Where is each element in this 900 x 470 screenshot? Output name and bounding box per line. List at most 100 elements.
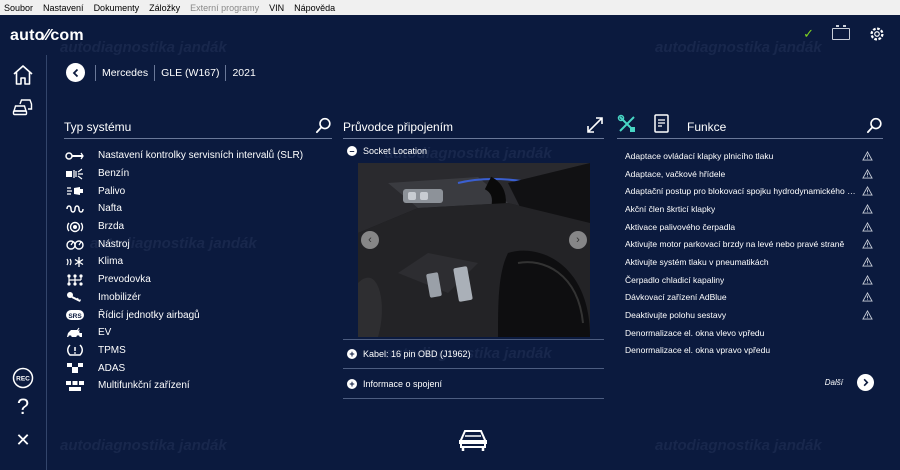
function-item[interactable]: Akční člen škrticí klapky bbox=[617, 200, 883, 218]
record-icon[interactable]: REC bbox=[11, 366, 35, 390]
breadcrumb-model[interactable]: GLE (W167) bbox=[154, 64, 225, 81]
function-label: Adaptace ovládací klapky plnicího tlaku bbox=[625, 150, 774, 161]
document-icon[interactable] bbox=[653, 114, 671, 134]
watermark: autodiagnostika jandák bbox=[655, 437, 822, 454]
diesel-icon bbox=[64, 203, 86, 215]
system-item-palivo[interactable]: Palivo bbox=[64, 182, 332, 200]
breadcrumb-make[interactable]: Mercedes bbox=[95, 64, 154, 81]
vehicle-list-icon[interactable] bbox=[11, 95, 35, 119]
functions-header: Funkce bbox=[617, 114, 883, 139]
vehicle-connection-icon[interactable] bbox=[457, 426, 489, 452]
connection-info-row[interactable]: + Informace o spojení bbox=[343, 369, 604, 399]
connection-guide-header: Průvodce připojením bbox=[343, 115, 604, 139]
function-item[interactable]: Adaptace ovládací klapky plnicího tlaku bbox=[617, 147, 883, 165]
system-type-header: Typ systému bbox=[64, 115, 332, 139]
function-item[interactable]: Denormalizace el. okna vpravo vpředu bbox=[617, 342, 883, 360]
system-type-panel: Typ systému Nastavení kontrolky servisní… bbox=[64, 115, 332, 395]
next-page-control[interactable]: Další bbox=[825, 374, 874, 391]
menu-item-externi-programy: Externí programy bbox=[190, 2, 260, 13]
help-icon[interactable]: ? bbox=[11, 395, 35, 419]
battery-icon[interactable] bbox=[832, 25, 850, 40]
system-item-label: Nástroj bbox=[98, 238, 130, 250]
system-item-airbag[interactable]: SRS Řídicí jednotky airbagů bbox=[64, 306, 332, 324]
wrench-icon bbox=[64, 150, 86, 162]
system-item-label: Imobilizér bbox=[98, 291, 141, 303]
menu-item-vin[interactable]: VIN bbox=[269, 3, 284, 13]
system-item-klima[interactable]: Klima bbox=[64, 253, 332, 271]
socket-location-label: Socket Location bbox=[363, 146, 428, 156]
system-item-multifunction[interactable]: Multifunkční zařízení bbox=[64, 377, 332, 395]
connection-guide-panel: Průvodce připojením – Socket Location ‹ … bbox=[343, 115, 604, 399]
connection-guide-title: Průvodce připojením bbox=[343, 120, 454, 134]
function-item[interactable]: Denormalizace el. okna vlevo vpředu bbox=[617, 324, 883, 342]
menu-item-zalozky[interactable]: Záložky bbox=[149, 3, 180, 13]
function-item[interactable]: Adaptace, vačkové hřídele bbox=[617, 165, 883, 183]
system-item-label: Brzda bbox=[98, 221, 125, 233]
function-item[interactable]: Aktivace palivového čerpadla bbox=[617, 218, 883, 236]
multifunction-icon bbox=[64, 380, 86, 392]
settings-gear-icon[interactable] bbox=[868, 25, 886, 43]
back-button[interactable] bbox=[66, 63, 85, 82]
system-item-prevodovka[interactable]: Prevodovka bbox=[64, 271, 332, 289]
function-label: Deaktivujte polohu sestavy bbox=[625, 310, 727, 321]
next-page-button[interactable] bbox=[857, 374, 874, 391]
function-item[interactable]: Adaptační postup pro blokovací spojku hy… bbox=[617, 182, 883, 200]
warning-icon bbox=[862, 256, 873, 267]
tools-icon[interactable] bbox=[617, 114, 637, 134]
srs-badge: SRS bbox=[68, 313, 82, 320]
function-item[interactable]: Aktivujte systém tlaku v pneumatikách bbox=[617, 253, 883, 271]
menu-item-soubor[interactable]: Soubor bbox=[4, 3, 33, 13]
function-item[interactable]: Čerpadlo chladicí kapaliny bbox=[617, 271, 883, 289]
function-label: Denormalizace el. okna vlevo vpředu bbox=[625, 327, 765, 338]
system-item-imobilizer[interactable]: Imobilizér bbox=[64, 289, 332, 307]
fuel-icon bbox=[64, 185, 86, 197]
home-icon[interactable] bbox=[11, 63, 35, 87]
collapse-icon: – bbox=[347, 146, 357, 156]
system-item-nafta[interactable]: Nafta bbox=[64, 200, 332, 218]
system-item-benzin[interactable]: Benzín bbox=[64, 165, 332, 183]
menu-item-dokumenty[interactable]: Dokumenty bbox=[94, 3, 140, 13]
brake-icon bbox=[64, 221, 86, 233]
function-item[interactable]: Aktivujte motor parkovací brzdy na levé … bbox=[617, 235, 883, 253]
cable-row[interactable]: + Kabel: 16 pin OBD (J1962) bbox=[343, 339, 604, 369]
status-area: ✓ bbox=[803, 25, 886, 43]
menu-item-napoveda[interactable]: Nápověda bbox=[294, 3, 335, 13]
system-item-label: Řídicí jednotky airbagů bbox=[98, 309, 200, 321]
close-icon[interactable]: ✕ bbox=[11, 428, 35, 452]
system-type-title: Typ systému bbox=[64, 120, 132, 134]
search-icon[interactable] bbox=[315, 117, 332, 134]
warning-icon bbox=[862, 168, 873, 179]
socket-location-row[interactable]: – Socket Location bbox=[343, 139, 604, 163]
functions-title-group: Funkce bbox=[617, 114, 726, 134]
function-item[interactable]: Dávkovací zařízení AdBlue bbox=[617, 289, 883, 307]
system-item-slr[interactable]: Nastavení kontrolky servisních intervalů… bbox=[64, 147, 332, 165]
function-item[interactable]: Deaktivujte polohu sestavy bbox=[617, 306, 883, 324]
watermark: autodiagnostika jandák bbox=[60, 437, 227, 454]
connection-ok-icon: ✓ bbox=[803, 26, 814, 41]
expand-icon[interactable] bbox=[586, 116, 604, 134]
next-image-button[interactable]: › bbox=[569, 231, 587, 249]
system-item-label: TPMS bbox=[98, 344, 126, 356]
function-label: Dávkovací zařízení AdBlue bbox=[625, 292, 727, 303]
adas-icon bbox=[64, 362, 86, 374]
system-item-adas[interactable]: ADAS bbox=[64, 359, 332, 377]
system-item-brzda[interactable]: Brzda bbox=[64, 218, 332, 236]
breadcrumb-year[interactable]: 2021 bbox=[225, 64, 261, 81]
key-icon bbox=[64, 291, 86, 303]
chevron-right-icon bbox=[863, 378, 869, 387]
app-window: autodiagnostika jandák autodiagnostika j… bbox=[0, 15, 900, 470]
cable-label: Kabel: 16 pin OBD (J1962) bbox=[363, 349, 471, 359]
menu-item-nastaveni[interactable]: Nastavení bbox=[43, 3, 84, 13]
function-label: Aktivace palivového čerpadla bbox=[625, 221, 736, 232]
gearbox-icon bbox=[64, 274, 86, 286]
function-label: Aktivujte systém tlaku v pneumatikách bbox=[625, 256, 769, 267]
breadcrumb: Mercedes GLE (W167) 2021 bbox=[66, 63, 262, 82]
search-icon[interactable] bbox=[866, 117, 883, 134]
system-item-ev[interactable]: EV bbox=[64, 324, 332, 342]
system-item-nastroj[interactable]: Nástroj bbox=[64, 235, 332, 253]
previous-image-button[interactable]: ‹ bbox=[361, 231, 379, 249]
function-label: Denormalizace el. okna vpravo vpředu bbox=[625, 345, 771, 356]
fuel-injector-icon bbox=[64, 168, 86, 180]
system-item-label: Benzín bbox=[98, 168, 130, 180]
system-item-tpms[interactable]: TPMS bbox=[64, 342, 332, 360]
